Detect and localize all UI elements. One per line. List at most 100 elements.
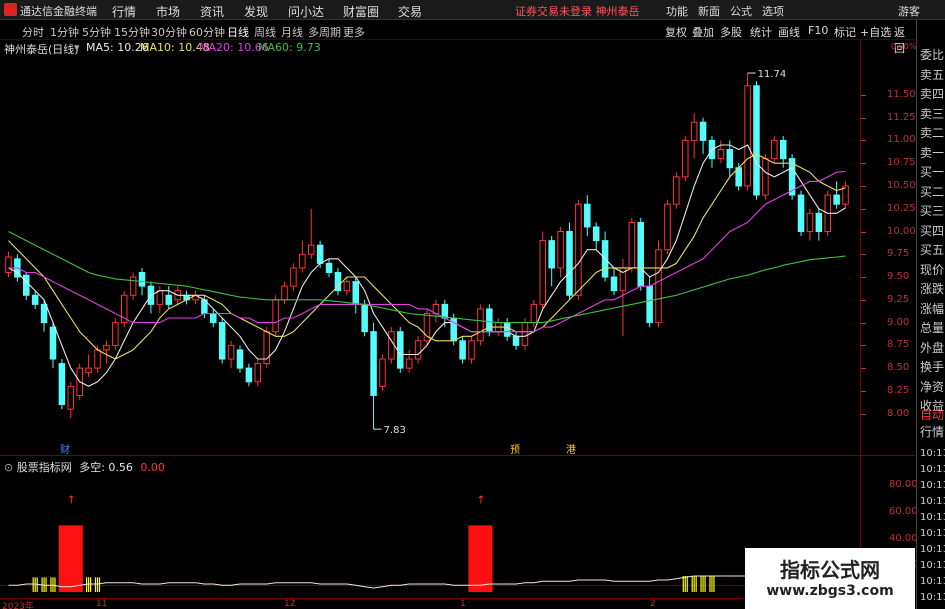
indicator-chart[interactable]: ↑ ↑ (0, 470, 860, 598)
price-tick (861, 231, 866, 233)
tick-time: 10:11 (920, 480, 945, 491)
price-tick-label: 8.00 (887, 407, 910, 419)
mark-button[interactable]: 标记 (834, 24, 856, 40)
tab-more[interactable]: 更多 (343, 24, 365, 40)
menu-faxian[interactable]: 发现 (244, 3, 268, 20)
date-axis: 2023年 11 12 1 2 (0, 598, 860, 609)
candle-body (637, 221, 644, 287)
multi-stock-button[interactable]: 多股 (720, 24, 742, 40)
watermark-title: 指标公式网 (780, 558, 880, 582)
menu-shichang[interactable]: 市场 (156, 3, 180, 20)
candle-body (379, 358, 386, 387)
quote-field-label[interactable]: 委比 (920, 48, 944, 62)
watermark-logo: 指标公式网 www.zbgs3.com (745, 548, 915, 609)
draw-line-button[interactable]: 画线 (778, 24, 800, 40)
candle-body (521, 322, 529, 346)
price-tick-label: 9.00 (887, 316, 910, 328)
candle-body (31, 294, 39, 305)
candle-body (40, 303, 48, 324)
menu-wenxiaoda[interactable]: 问小达 (288, 3, 324, 20)
quote-label[interactable]: 行情 (920, 425, 944, 439)
tab-5min[interactable]: 5分钟 (82, 24, 111, 40)
price-tick (861, 140, 866, 142)
signal-arrow-icon: ↑ (67, 493, 76, 506)
event-marker: 预 (510, 444, 520, 455)
candle-body (325, 262, 333, 273)
price-tick-label: 11.50 (887, 88, 916, 100)
quote-field-label[interactable]: 卖三 (920, 107, 944, 121)
app-window: 通达信金融终端 行情 市场 资讯 发现 问小达 财富圈 交易 证券交易未登录 神… (0, 0, 945, 609)
candle-body (290, 267, 297, 287)
tab-monthly[interactable]: 月线 (281, 24, 303, 40)
quote-field-label[interactable]: 外盘 (920, 341, 944, 355)
tab-daily[interactable]: 日线 (227, 24, 249, 40)
quote-field-label[interactable]: 买二 (920, 185, 944, 199)
candle-body (129, 276, 137, 296)
candle-body (236, 349, 244, 369)
chevron-down-icon[interactable]: ▾ (74, 41, 80, 54)
quote-field-label[interactable]: 买四 (920, 224, 944, 238)
login-notice[interactable]: 证券交易未登录 神州泰岳 (515, 3, 640, 19)
quote-field-label[interactable]: 买一 (920, 165, 944, 179)
tab-weekly[interactable]: 周线 (254, 24, 276, 40)
quote-field-label[interactable]: 卖一 (920, 146, 944, 160)
quote-field-label[interactable]: 卖五 (920, 68, 944, 82)
indicator-tick-label: 80.00 (889, 479, 918, 491)
menu-gongshi[interactable]: 公式 (730, 3, 752, 19)
quote-field-label[interactable]: 卖四 (920, 87, 944, 101)
tab-multi-period[interactable]: 多周期 (308, 24, 341, 40)
stats-button[interactable]: 统计 (750, 24, 772, 40)
auto-label[interactable]: 自动 (920, 408, 944, 422)
tab-1min[interactable]: 1分钟 (50, 24, 79, 40)
menu-zixun[interactable]: 资讯 (200, 3, 224, 20)
menu-gongneng[interactable]: 功能 (666, 3, 688, 19)
tab-60min[interactable]: 60分钟 (189, 24, 225, 40)
price-tick-label: 10.00 (887, 225, 916, 237)
period-toolbar: 分时 1分钟 5分钟 15分钟 30分钟 60分钟 日线 周线 月线 多周期 更… (0, 21, 915, 55)
price-tick-label: 9.50 (887, 271, 910, 283)
add-watchlist-button[interactable]: +自选 (860, 24, 891, 40)
quote-field-label[interactable]: 总量 (920, 321, 944, 335)
tab-15min[interactable]: 15分钟 (114, 24, 150, 40)
menu-xuanxiang[interactable]: 选项 (762, 3, 784, 19)
guest-label[interactable]: 游客 (898, 3, 920, 19)
tick-time: 10:11 (920, 560, 945, 571)
candle-body (628, 221, 636, 269)
candle-body (664, 203, 671, 251)
f10-button[interactable]: F10 (808, 24, 828, 37)
quote-field-label[interactable]: 涨跌 (920, 282, 944, 296)
menu-xinmian[interactable]: 新面 (698, 3, 720, 19)
quote-field-label[interactable]: 卖二 (920, 126, 944, 140)
candle-body (681, 139, 689, 178)
candle-body (94, 349, 101, 369)
candle-body (316, 244, 324, 264)
menu-hangqing[interactable]: 行情 (112, 3, 136, 20)
menu-jiaoyi[interactable]: 交易 (398, 3, 422, 20)
candle-body (210, 312, 217, 324)
indicator-red-bar (468, 525, 493, 592)
candlestick-chart[interactable]: 11.74 7.83 财 预 港 (0, 55, 860, 455)
tab-30min[interactable]: 30分钟 (151, 24, 187, 40)
overlay-button[interactable]: 叠加 (692, 24, 714, 40)
candle-body (779, 139, 787, 160)
candle-body (726, 149, 734, 169)
quote-field-label[interactable]: 买三 (920, 204, 944, 218)
menu-caifuquan[interactable]: 财富圈 (343, 3, 379, 20)
candle-body (5, 256, 12, 273)
price-tick-label: 8.75 (887, 339, 910, 351)
panel-separator (0, 455, 915, 456)
price-tick (861, 299, 866, 301)
quote-field-label[interactable]: 换手 (920, 360, 944, 374)
low-label: 7.83 (384, 425, 406, 436)
tab-fenshi[interactable]: 分时 (22, 24, 44, 40)
quote-field-label[interactable]: 现价 (920, 263, 944, 277)
price-tick (861, 185, 866, 187)
candle-body (771, 139, 778, 160)
candle-body (459, 340, 466, 360)
fuquan-button[interactable]: 复权 (665, 24, 687, 40)
price-axis: 11.50 11.25 11.00 10.75 10.50 10.25 10.00 9.75 9… (860, 40, 916, 460)
quote-field-label[interactable]: 买五 (920, 243, 944, 257)
candle-body (806, 212, 814, 233)
quote-field-label[interactable]: 净资 (920, 380, 944, 394)
quote-field-label[interactable]: 涨幅 (920, 302, 944, 316)
